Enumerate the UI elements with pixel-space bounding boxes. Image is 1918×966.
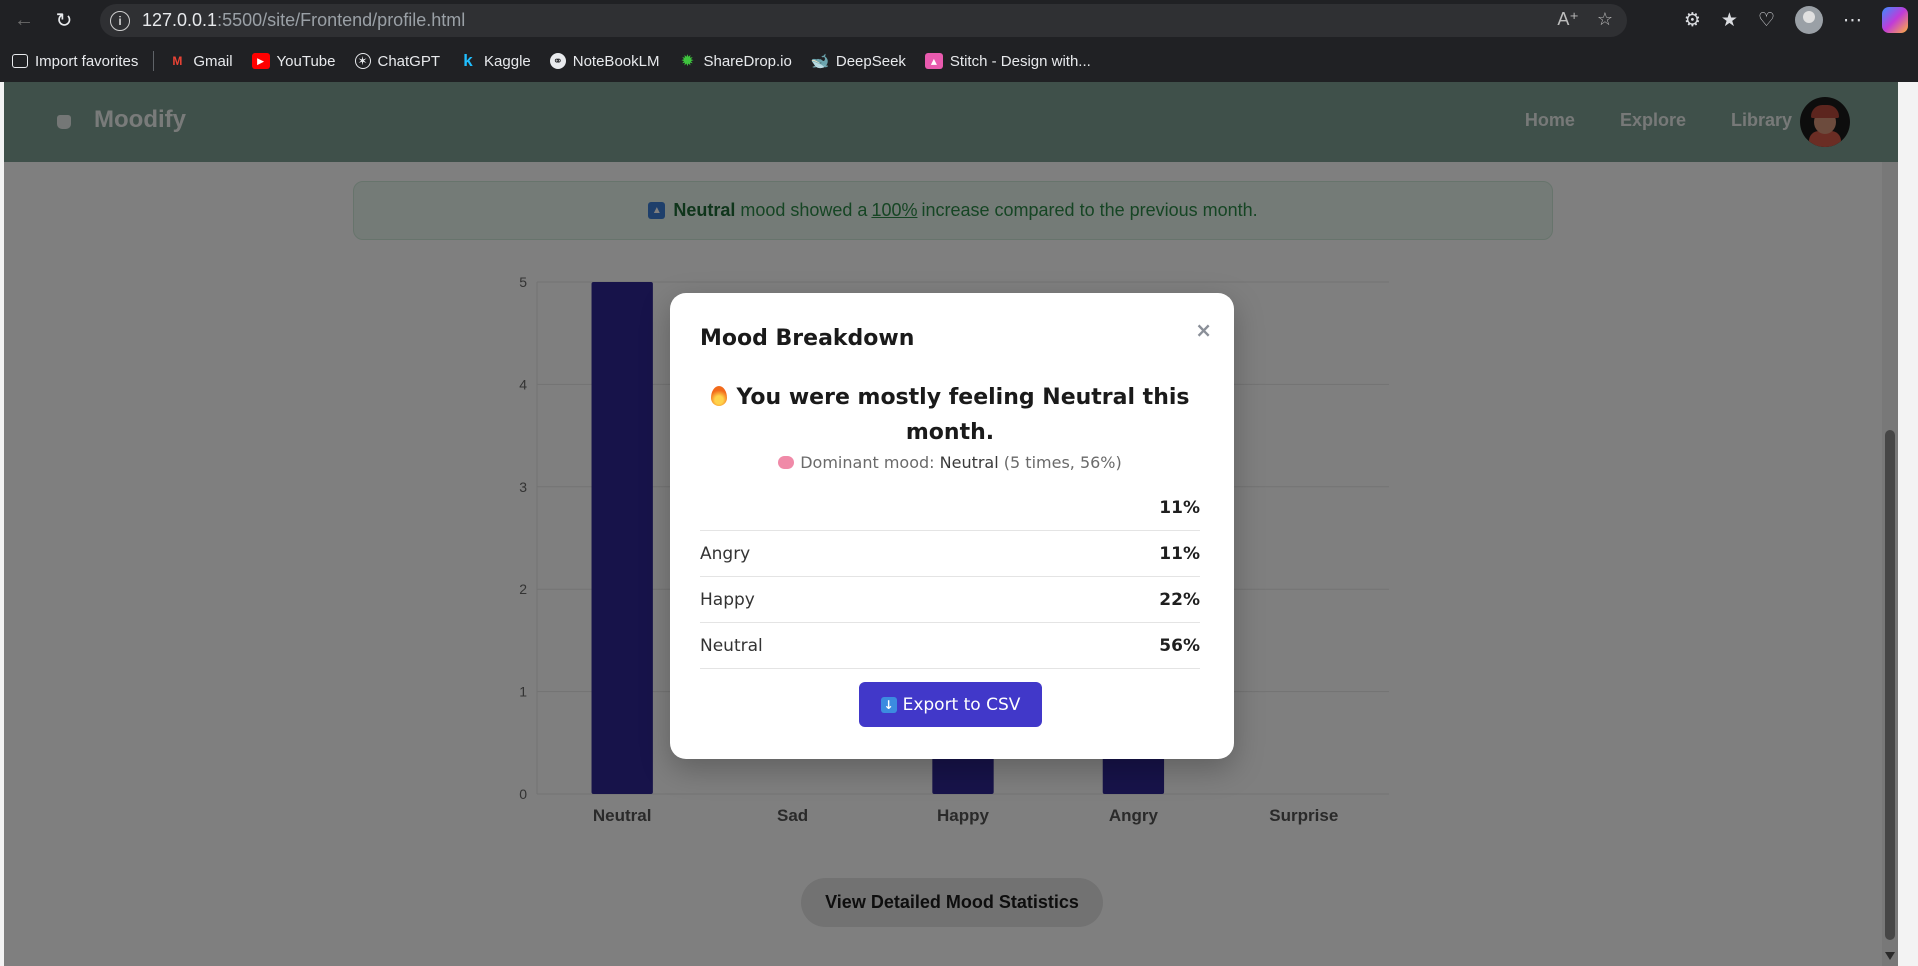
- export-label: Export to CSV: [902, 694, 1021, 715]
- bookmark-kaggle[interactable]: k Kaggle: [459, 51, 531, 70]
- mood-breakdown-modal: Mood Breakdown × You were mostly feeling…: [670, 293, 1234, 759]
- mood-headline: You were mostly feeling Neutral this mon…: [700, 380, 1200, 450]
- dominant-stats: (5 times, 56%): [1003, 453, 1122, 472]
- mood-label: Neutral: [700, 635, 763, 656]
- bookmark-separator: [153, 51, 155, 71]
- bookmark-notebooklm[interactable]: ⚭ NoteBookLM: [549, 52, 660, 70]
- list-item: 11%: [700, 485, 1200, 531]
- mood-percent: 11%: [1159, 497, 1200, 518]
- copilot-icon[interactable]: [1882, 7, 1908, 33]
- modal-title: Mood Breakdown: [700, 326, 915, 351]
- sharedrop-icon: ✹: [680, 53, 695, 70]
- headline-text: You were mostly feeling Neutral this mon…: [736, 385, 1190, 445]
- deepseek-icon: 🐋: [810, 53, 830, 70]
- page-viewport: ▲ Neutral mood showed a 100% increase co…: [4, 82, 1898, 966]
- url-path: :5500/site/Frontend/profile.html: [217, 10, 466, 30]
- site-info-icon[interactable]: i: [110, 10, 130, 31]
- list-item: Angry 11%: [700, 531, 1200, 577]
- bookmark-label: ShareDrop.io: [703, 52, 792, 70]
- browser-toolbar: ← ↻ i 127.0.0.1:5500/site/Frontend/profi…: [0, 0, 1918, 40]
- brain-icon: [778, 456, 795, 469]
- read-aloud-icon[interactable]: A⁺: [1557, 9, 1579, 30]
- bookmarks-bar: Import favorites M Gmail ▶ YouTube ✶ Cha…: [0, 40, 1918, 82]
- health-icon[interactable]: ♡: [1758, 9, 1775, 32]
- dominant-mood: Neutral: [939, 453, 999, 472]
- bookmark-sharedrop[interactable]: ✹ ShareDrop.io: [678, 52, 792, 71]
- bookmark-label: DeepSeek: [835, 52, 906, 70]
- url-host: 127.0.0.1: [142, 10, 218, 30]
- download-icon: ↓: [880, 696, 897, 713]
- bookmark-stitch[interactable]: ▴ Stitch - Design with...: [924, 52, 1091, 70]
- close-icon[interactable]: ×: [1195, 318, 1212, 342]
- stitch-icon: ▴: [924, 53, 943, 69]
- mood-percent: 22%: [1159, 589, 1200, 610]
- address-bar[interactable]: i 127.0.0.1:5500/site/Frontend/profile.h…: [100, 4, 1627, 37]
- bookmark-deepseek[interactable]: 🐋 DeepSeek: [810, 52, 906, 71]
- bookmark-youtube[interactable]: ▶ YouTube: [251, 52, 336, 70]
- youtube-icon: ▶: [251, 53, 270, 69]
- bookmark-import-favorites[interactable]: Import favorites: [12, 53, 138, 70]
- dominant-mood-line: Dominant mood: Neutral (5 times, 56%): [700, 453, 1200, 472]
- extensions-icon[interactable]: ⚙: [1684, 9, 1701, 32]
- bookmark-label: YouTube: [276, 52, 336, 70]
- list-item: Happy 22%: [700, 577, 1200, 623]
- fire-icon: [710, 386, 727, 406]
- bookmark-label: Gmail: [193, 52, 233, 70]
- bookmark-label: Import favorites: [35, 52, 139, 70]
- mood-label: Happy: [700, 589, 755, 610]
- back-arrow-icon[interactable]: ←: [4, 0, 44, 40]
- notebooklm-icon: ⚭: [549, 53, 566, 69]
- more-menu-icon[interactable]: ⋯: [1843, 9, 1862, 32]
- refresh-icon[interactable]: ↻: [44, 0, 84, 40]
- kaggle-icon: k: [463, 51, 473, 70]
- mood-label: Angry: [700, 543, 751, 564]
- bookmark-gmail[interactable]: M Gmail: [168, 53, 232, 70]
- bookmark-chatgpt[interactable]: ✶ ChatGPT: [354, 52, 441, 70]
- chatgpt-icon: ✶: [354, 53, 371, 69]
- mood-percent: 11%: [1159, 543, 1200, 564]
- bookmark-label: NoteBookLM: [572, 52, 660, 70]
- bookmark-label: ChatGPT: [377, 52, 441, 70]
- export-csv-button[interactable]: ↓ Export to CSV: [859, 682, 1042, 727]
- favorites-icon[interactable]: ★: [1721, 9, 1738, 32]
- import-icon: [12, 54, 28, 68]
- gmail-icon: M: [172, 54, 183, 68]
- browser-profile-icon[interactable]: [1795, 6, 1823, 34]
- bookmark-label: Stitch - Design with...: [949, 52, 1091, 70]
- list-item: Neutral 56%: [700, 623, 1200, 669]
- bookmark-label: Kaggle: [484, 52, 531, 70]
- mood-breakdown-list: 11% Angry 11% Happy 22% Neutral 56%: [700, 485, 1200, 669]
- dominant-label: Dominant mood:: [800, 453, 935, 472]
- favorite-star-icon[interactable]: ☆: [1597, 9, 1613, 30]
- mood-percent: 56%: [1159, 635, 1200, 656]
